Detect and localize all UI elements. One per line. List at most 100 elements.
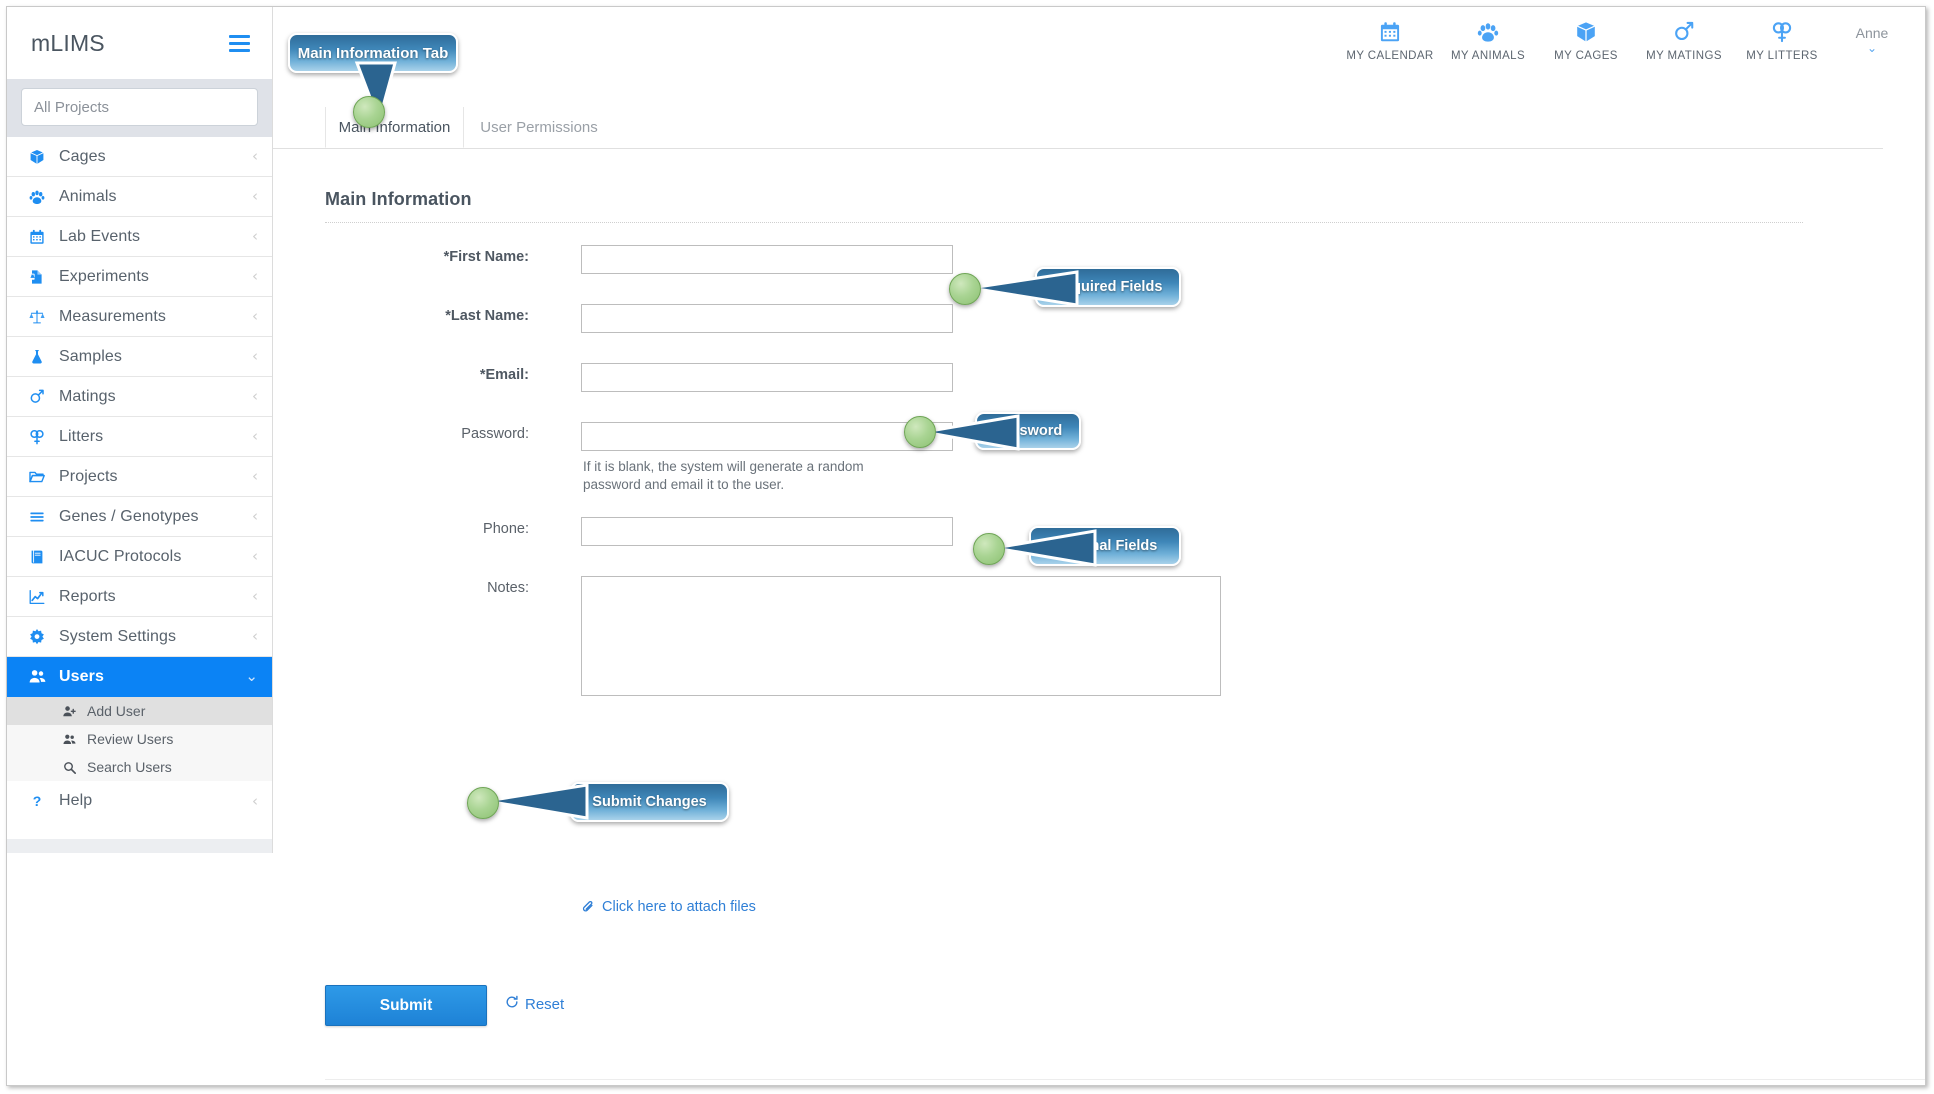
chevron-left-icon: ‹ [252,791,258,810]
chevron-left-icon: ‹ [252,547,258,565]
sidebar-item-label: Matings [59,387,116,405]
chevron-left-icon: ‹ [252,427,258,445]
attach-files-link[interactable]: Click here to attach files [581,899,756,915]
last-name-input[interactable] [581,304,953,333]
sidebar-item-label: Samples [59,347,122,365]
sidebar-subitem-review-users[interactable]: Review Users [7,725,272,753]
topnav-item-my-calendar[interactable]: MY CALENDAR [1341,15,1439,62]
callout-dot-main-information-tab [353,96,385,128]
first-name-input[interactable] [581,245,953,274]
sidebar-footer-strip [7,839,273,853]
bottom-divider [325,1079,1925,1080]
sidebar-item-label: Cages [59,147,106,165]
chevron-left-icon: ‹ [252,347,258,365]
password-input[interactable] [581,422,953,451]
sidebar-item-samples[interactable]: Samples ‹ [7,337,272,377]
user-plus-icon [63,705,87,718]
sidebar-item-label: Litters [59,427,104,445]
top-navigation: MY CALENDAR MY ANIMALS MY CAGES MY MATINGS M… [1341,15,1903,62]
chevron-left-icon: ‹ [252,227,258,245]
callout-text-submit-changes: Submit Changes [592,794,707,810]
tab-user-permissions[interactable]: User Permissions [464,107,614,148]
sidebar-item-projects[interactable]: Projects ‹ [7,457,272,497]
reset-link[interactable]: Reset [505,995,564,1013]
chevron-left-icon: ‹ [252,147,258,165]
sidebar-item-help[interactable]: ? Help ‹ [7,781,272,821]
users-icon [63,733,87,746]
label-email: *Email: [479,367,529,383]
top-bar: MY CALENDAR MY ANIMALS MY CAGES MY MATINGS M… [273,7,1925,80]
gear-icon [29,628,59,645]
sidebar-subitem-search-users[interactable]: Search Users [7,753,272,781]
sidebar-item-label: Measurements [59,307,167,325]
paperclip-icon [581,900,595,914]
project-filter-input[interactable] [21,88,258,126]
sidebar-subitem-label: Review Users [87,731,174,747]
sidebar-item-reports[interactable]: Reports ‹ [7,577,272,617]
sidebar-item-label: Animals [59,187,117,205]
sidebar-item-matings[interactable]: Matings ‹ [7,377,272,417]
sidebar-item-experiments[interactable]: Experiments ‹ [7,257,272,297]
chevron-down-icon: ⌄ [245,667,258,685]
topnav-item-my-matings[interactable]: MY MATINGS [1635,15,1733,62]
sidebar-item-animals[interactable]: Animals ‹ [7,177,272,217]
sidebar-item-label: Users [59,667,104,685]
sidebar-item-system-settings[interactable]: System Settings ‹ [7,617,272,657]
chevron-left-icon: ‹ [252,627,258,645]
email-input[interactable] [581,363,953,392]
chevron-left-icon: ‹ [252,587,258,605]
submit-button[interactable]: Submit [325,985,487,1026]
sidebar-item-users[interactable]: Users ⌄ [7,657,272,697]
topnav-item-my-litters[interactable]: MY LITTERS [1733,15,1831,62]
chevron-left-icon: ‹ [252,467,258,485]
chevron-left-icon: ‹ [252,307,258,325]
sidebar-item-label: Experiments [59,267,150,285]
refresh-icon [505,995,519,1013]
sidebar-item-genes-genotypes[interactable]: Genes / Genotypes ‹ [7,497,272,537]
attach-files-label: Click here to attach files [602,899,756,915]
sidebar-item-label: System Settings [59,627,177,645]
scale-icon [29,309,59,325]
notes-textarea[interactable] [581,576,1221,696]
chevron-left-icon: ‹ [252,507,258,525]
mars-venus-icon [1635,19,1733,45]
sidebar-item-cages[interactable]: Cages ‹ [7,137,272,177]
sidebar-item-litters[interactable]: Litters ‹ [7,417,272,457]
paw-icon [29,189,59,205]
sidebar-item-label: Projects [59,467,118,485]
callout-dot-password [904,416,936,448]
sidebar-item-iacuc-protocols[interactable]: IACUC Protocols ‹ [7,537,272,577]
sidebar-subitem-label: Search Users [87,759,172,775]
topnav-item-my-animals[interactable]: MY ANIMALS [1439,15,1537,62]
submit-button-label: Submit [379,996,433,1014]
sidebar-submenu-users: Add User Review Users Search Users [7,697,272,781]
topnav-item-label: MY CALENDAR [1346,50,1434,62]
label-last-name: *Last Name: [445,308,529,324]
sidebar: mLIMS Cages‹Animals‹Lab Events‹Experimen… [7,7,273,839]
box-icon [29,149,59,165]
section-divider [325,222,1803,223]
brand-bar: mLIMS [7,7,272,79]
topnav-item-label: MY CAGES [1554,50,1618,62]
book-icon [29,549,59,565]
sidebar-item-measurements[interactable]: Measurements ‹ [7,297,272,337]
calendar-icon [1341,19,1439,45]
hamburger-icon[interactable] [229,31,250,56]
topnav-item-label: MY LITTERS [1746,50,1818,62]
tab-bar: Main Information User Permissions [273,107,1883,149]
topnav-item-my-cages[interactable]: MY CAGES [1537,15,1635,62]
svg-text:?: ? [33,793,42,809]
sidebar-item-label: Reports [59,587,116,605]
question-icon: ? [29,793,59,809]
chart-line-icon [29,589,59,605]
callout-dot-optional-fields [973,533,1005,565]
label-phone: Phone: [483,521,529,537]
chevron-left-icon: ‹ [252,267,258,285]
sidebar-item-label: Lab Events [59,227,141,245]
user-menu[interactable]: Anne ⌄ [1841,15,1903,54]
mars-venus-icon [29,389,59,405]
users-icon [29,668,59,685]
phone-input[interactable] [581,517,953,546]
sidebar-subitem-add-user[interactable]: Add User [7,697,272,725]
sidebar-item-lab-events[interactable]: Lab Events ‹ [7,217,272,257]
